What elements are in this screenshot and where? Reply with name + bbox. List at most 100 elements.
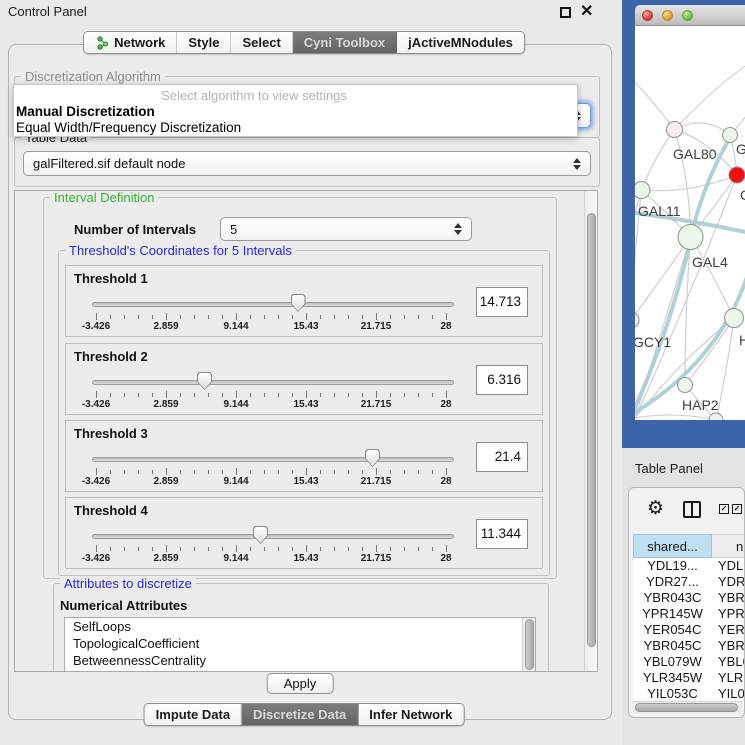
algorithm-dropdown-popup: Select algorithm to view settings Manual… bbox=[13, 84, 578, 137]
threshold-2-slider-track[interactable] bbox=[92, 380, 454, 385]
cell[interactable]: YPR145W bbox=[633, 606, 712, 622]
list-item[interactable]: TopologicalCoefficient bbox=[65, 635, 535, 652]
threshold-3-slider-thumb[interactable] bbox=[365, 449, 380, 467]
tab-impute-data[interactable]: Impute Data bbox=[145, 704, 242, 725]
table-row[interactable]: YBL079WYBL0 bbox=[633, 654, 745, 670]
table-horizontal-scrollbar[interactable] bbox=[633, 701, 742, 713]
checkbox-icon[interactable]: ✓ bbox=[719, 504, 729, 514]
algorithm-dropdown-hint: Select algorithm to view settings bbox=[14, 88, 494, 103]
network-edge[interactable] bbox=[691, 237, 735, 318]
network-node[interactable] bbox=[635, 312, 639, 328]
list-item[interactable]: SelfLoops bbox=[65, 618, 535, 635]
network-view-window: GAL80GACGAL11GAL4GCY1HHAP2 bbox=[622, 0, 745, 448]
zoom-traffic-light-icon[interactable] bbox=[682, 10, 693, 21]
network-node[interactable] bbox=[725, 309, 744, 328]
network-node[interactable] bbox=[678, 225, 703, 250]
tab-network[interactable]: Network bbox=[84, 32, 177, 53]
network-node[interactable] bbox=[678, 378, 693, 393]
network-node-label: GAL80 bbox=[673, 146, 717, 162]
threshold-4-slider-track[interactable] bbox=[92, 534, 454, 539]
cell[interactable]: YBR043C bbox=[633, 590, 712, 606]
threshold-1-slider-thumb[interactable] bbox=[291, 294, 306, 312]
network-window-titlebar[interactable] bbox=[635, 5, 745, 26]
minimize-traffic-light-icon[interactable] bbox=[662, 10, 673, 21]
tab-jactivemnodules[interactable]: jActiveMNodules bbox=[397, 32, 524, 53]
gear-icon[interactable]: ⚙ bbox=[647, 497, 664, 520]
cell[interactable]: YBL0 bbox=[712, 654, 745, 670]
algorithm-option-manual[interactable]: Manual Discretization bbox=[16, 104, 155, 119]
network-edge[interactable] bbox=[642, 175, 738, 191]
tab-select[interactable]: Select bbox=[231, 32, 292, 53]
split-columns-icon[interactable] bbox=[683, 501, 701, 518]
checkbox-icon[interactable]: ✓ bbox=[732, 504, 742, 514]
threshold-1-value-field[interactable]: 14.713 bbox=[476, 287, 528, 317]
cell[interactable]: YER054C bbox=[633, 622, 712, 638]
table-row[interactable]: YBR043CYBR0 bbox=[633, 590, 745, 606]
threshold-1-slider-track[interactable] bbox=[92, 302, 454, 307]
threshold-3-slider-track[interactable] bbox=[92, 457, 454, 462]
apply-button[interactable]: Apply bbox=[267, 673, 334, 694]
table-row[interactable]: YDL19...YDL1 bbox=[633, 558, 745, 574]
tab-infer-network[interactable]: Infer Network bbox=[358, 704, 463, 725]
tab-style[interactable]: Style bbox=[177, 32, 231, 53]
threshold-4-value-field[interactable]: 11.344 bbox=[476, 519, 528, 549]
column-header-shared-name[interactable]: shared... bbox=[633, 534, 712, 558]
scrollbar-thumb[interactable] bbox=[587, 213, 596, 647]
network-node-label: C bbox=[740, 187, 745, 203]
cell[interactable]: YDR27... bbox=[633, 574, 712, 590]
cell[interactable]: YDR2 bbox=[712, 574, 745, 590]
cell[interactable]: YDL19... bbox=[633, 558, 712, 574]
table-row[interactable]: YLR345WYLR3 bbox=[633, 670, 745, 686]
cell[interactable]: YLR3 bbox=[712, 670, 745, 686]
network-node-label: GCY1 bbox=[635, 334, 671, 350]
tab-cyni-toolbox[interactable]: Cyni Toolbox bbox=[293, 32, 397, 53]
network-edge[interactable] bbox=[642, 130, 675, 191]
algorithm-option-equal-width[interactable]: Equal Width/Frequency Discretization bbox=[16, 120, 241, 135]
cell[interactable]: YBL079W bbox=[633, 654, 712, 670]
cell[interactable]: YBR0 bbox=[712, 638, 745, 654]
threshold-4-slider-thumb[interactable] bbox=[253, 526, 268, 544]
table-row[interactable]: YBR045CYBR0 bbox=[633, 638, 745, 654]
network-edge[interactable] bbox=[635, 415, 716, 420]
cell[interactable]: YIL0 bbox=[712, 686, 745, 701]
network-node[interactable] bbox=[729, 167, 745, 183]
network-edge[interactable] bbox=[685, 318, 734, 385]
table-row[interactable]: YDR27...YDR2 bbox=[633, 574, 745, 590]
threshold-1-label: Threshold 1 bbox=[74, 271, 148, 286]
tab-discretize-data[interactable]: Discretize Data bbox=[242, 704, 358, 725]
list-item[interactable]: BetweennessCentrality bbox=[65, 652, 535, 669]
cell[interactable]: YBR045C bbox=[633, 638, 712, 654]
tab-cyni-toolbox-label: Cyni Toolbox bbox=[304, 35, 385, 50]
tab-infer-network-label: Infer Network bbox=[369, 707, 452, 722]
threshold-2-slider-thumb[interactable] bbox=[197, 372, 212, 390]
network-edge[interactable] bbox=[635, 71, 675, 130]
cell[interactable]: YPR1 bbox=[712, 606, 745, 622]
settings-scrollbar[interactable] bbox=[584, 191, 597, 671]
column-header-name[interactable]: n bbox=[712, 534, 745, 558]
close-icon[interactable]: ✕ bbox=[580, 1, 593, 21]
network-node[interactable] bbox=[635, 182, 650, 199]
float-window-icon[interactable] bbox=[560, 7, 571, 18]
network-edge[interactable] bbox=[675, 51, 745, 130]
table-row[interactable]: YER054CYER0 bbox=[633, 622, 745, 638]
table-row[interactable]: YPR145WYPR1 bbox=[633, 606, 745, 622]
scrollbar-thumb[interactable] bbox=[635, 703, 738, 712]
cell[interactable]: YBR0 bbox=[712, 590, 745, 606]
network-node[interactable] bbox=[667, 122, 683, 138]
threshold-1-box: Threshold 1 -3.4262.8599.14415.4321.7152… bbox=[65, 265, 543, 337]
num-intervals-combobox[interactable]: 5 bbox=[220, 217, 472, 241]
threshold-2-value-field[interactable]: 6.316 bbox=[476, 365, 528, 395]
threshold-3-value-field[interactable]: 21.4 bbox=[476, 442, 528, 472]
discretization-algorithm-title: Discretization Algorithm bbox=[21, 69, 165, 84]
combo-arrows-icon bbox=[573, 158, 581, 170]
cell[interactable]: YDL1 bbox=[712, 558, 745, 574]
close-traffic-light-icon[interactable] bbox=[642, 10, 653, 21]
table-row[interactable]: YIL053CYIL0 bbox=[633, 686, 745, 701]
cell[interactable]: YER0 bbox=[712, 622, 745, 638]
cell[interactable]: YIL053C bbox=[633, 686, 712, 701]
slider-tick-labels: -3.4262.8599.14415.4321.71528 bbox=[66, 399, 542, 411]
table-data-combobox[interactable]: galFiltered.sif default node bbox=[23, 151, 591, 176]
list-scrollbar[interactable] bbox=[522, 618, 535, 672]
cell[interactable]: YLR345W bbox=[633, 670, 712, 686]
network-canvas[interactable]: GAL80GACGAL11GAL4GCY1HHAP2 bbox=[635, 26, 745, 420]
